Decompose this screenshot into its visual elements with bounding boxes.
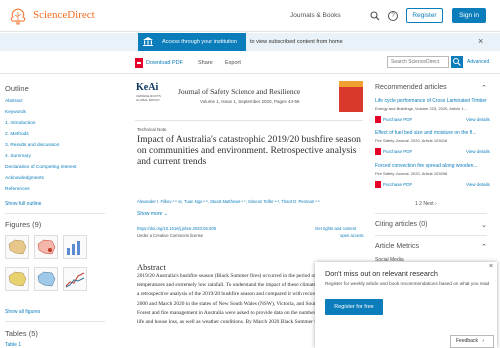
recommended-article-title[interactable]: Forced convection fire spread along wood… <box>375 163 487 169</box>
purchase-pdf-link[interactable]: Purchase PDF <box>383 149 412 154</box>
help-icon[interactable]: ? <box>388 11 398 21</box>
pdf-icon[interactable] <box>375 116 381 123</box>
recommended-article-meta: Fire Safety Journal, 2020, Article 10309… <box>375 171 448 176</box>
divider <box>5 321 105 322</box>
view-details-link[interactable]: View details <box>466 117 490 122</box>
elsevier-tree-icon[interactable] <box>7 7 29 25</box>
pdf-icon[interactable] <box>375 181 381 188</box>
figure-thumbnail[interactable] <box>63 267 87 291</box>
feedback-button[interactable]: Feedback › <box>450 335 494 348</box>
divider <box>375 213 487 214</box>
institution-icon <box>143 37 153 46</box>
author-list[interactable]: Alexander I. Filkov ᵃ ᵇ ☒, Tuan Ngo ᵃ ᵇ,… <box>137 199 365 204</box>
rights-link[interactable]: Get rights and content <box>315 226 356 231</box>
journal-cover-band <box>339 81 363 87</box>
export-link[interactable]: Export <box>225 60 241 66</box>
outline-item[interactable]: 4. Summary <box>5 154 31 159</box>
outline-item[interactable]: 2. Methods <box>5 132 29 137</box>
view-details-link[interactable]: View details <box>466 182 490 187</box>
purchase-pdf-link[interactable]: Purchase PDF <box>383 117 412 122</box>
outline-item[interactable]: Abstract <box>5 99 23 104</box>
journal-logo[interactable]: KeAi <box>136 82 158 93</box>
chevron-right-icon: › <box>482 338 485 344</box>
close-icon[interactable]: × <box>478 36 483 46</box>
pdf-icon[interactable] <box>135 58 143 68</box>
show-all-figures-link[interactable]: Show all figures <box>5 309 40 315</box>
outline-item[interactable]: Declaration of Competing Interest <box>5 165 76 170</box>
journal-issue-link[interactable]: Volume 1, Issue 1, September 2020, Pages… <box>200 99 300 104</box>
article-type: Technical Note <box>137 127 167 132</box>
search-submit-icon[interactable] <box>451 56 463 68</box>
outline-item[interactable]: 1. Introduction <box>5 121 35 126</box>
outline-item[interactable]: 3. Results and discussion <box>5 143 59 148</box>
nav-journals-books[interactable]: Journals & Books <box>290 12 341 19</box>
search-input[interactable] <box>387 56 449 68</box>
sciencedirect-logo[interactable]: ScienceDirect <box>33 9 95 21</box>
register-free-button[interactable]: Register for free <box>325 299 383 315</box>
outline-heading: Outline <box>5 84 29 93</box>
close-icon[interactable]: × <box>489 263 493 270</box>
outline-item[interactable]: Keywords <box>5 110 26 115</box>
map-icon <box>8 239 27 255</box>
recommended-article-title[interactable]: Effect of fuel bed size and moisture on … <box>375 130 487 136</box>
sign-in-button[interactable]: Sign in <box>452 8 486 23</box>
table-link[interactable]: Table 1 <box>5 342 21 348</box>
access-institution-button[interactable]: Access through your institution <box>138 33 246 51</box>
figure-thumbnail[interactable] <box>5 235 29 259</box>
doi-link[interactable]: https://doi.org/10.1016/j.jnlssr.2020.06… <box>137 226 216 231</box>
register-button[interactable]: Register <box>406 8 443 23</box>
recommended-pager[interactable]: 1 2 Next › <box>415 201 437 207</box>
chevron-down-icon[interactable]: ⌄ <box>481 221 487 229</box>
divider <box>375 235 487 236</box>
show-full-outline-link[interactable]: Show full outline <box>5 201 41 207</box>
citing-articles-heading[interactable]: Citing articles (0) <box>375 221 428 228</box>
map-icon <box>37 271 56 287</box>
outline-item[interactable]: Acknowledgments <box>5 176 44 181</box>
divider <box>5 213 105 214</box>
journal-logo-tagline: CHINESE ROOTS GLOBAL IMPACT <box>136 94 161 102</box>
pdf-icon[interactable] <box>375 148 381 155</box>
map-icon <box>8 271 27 287</box>
figure-thumbnail[interactable] <box>34 267 58 291</box>
popup-body: Register for weekly article and book rec… <box>325 281 490 286</box>
chart-icon <box>65 272 85 288</box>
open-access-badge: open access <box>340 233 364 238</box>
tables-heading: Tables (5) <box>5 329 38 338</box>
divider <box>135 120 363 121</box>
figure-thumbnail[interactable] <box>5 267 29 291</box>
advanced-search-link[interactable]: Advanced <box>467 59 489 65</box>
access-banner-text: to view subscribed content from home <box>250 39 343 45</box>
chevron-down-icon: ⌄ <box>163 211 168 217</box>
chart-icon <box>67 241 80 255</box>
view-details-link[interactable]: View details <box>466 149 490 154</box>
outline-item[interactable]: References <box>5 187 30 192</box>
figures-heading: Figures (9) <box>5 220 42 229</box>
article-metrics-heading[interactable]: Article Metrics <box>375 243 419 250</box>
article-title: Impact of Australia's catastrophic 2019/… <box>137 134 361 168</box>
feedback-label: Feedback <box>456 338 478 344</box>
figure-thumbnail[interactable] <box>34 235 58 259</box>
recommended-article-meta: Energy and Buildings, Volume 223, 2020, … <box>375 106 468 111</box>
chevron-up-icon[interactable]: ⌃ <box>481 243 487 251</box>
show-more-button[interactable]: Show more ⌄ <box>137 211 168 217</box>
purchase-pdf-link[interactable]: Purchase PDF <box>383 182 412 187</box>
recommended-heading: Recommended articles <box>375 84 447 91</box>
map-icon <box>37 239 56 255</box>
chevron-up-icon[interactable]: ⌃ <box>481 84 487 92</box>
license-text[interactable]: Under a Creative Commons license <box>137 233 203 238</box>
recommended-article-title[interactable]: Life cycle performance of Cross Laminate… <box>375 98 487 104</box>
journal-name-link[interactable]: Journal of Safety Science and Resilience <box>178 87 300 96</box>
abstract-heading: Abstract <box>137 262 166 272</box>
show-more-label: Show more <box>137 211 163 217</box>
figure-thumbnail[interactable] <box>63 235 87 259</box>
popup-title: Don't miss out on relevant research <box>325 269 438 278</box>
search-icon[interactable] <box>370 11 380 21</box>
download-pdf-link[interactable]: Download PDF <box>146 60 183 66</box>
recommended-article-meta: Fire Safety Journal, 2020, Article 10301… <box>375 138 448 143</box>
share-link[interactable]: Share <box>198 60 213 66</box>
